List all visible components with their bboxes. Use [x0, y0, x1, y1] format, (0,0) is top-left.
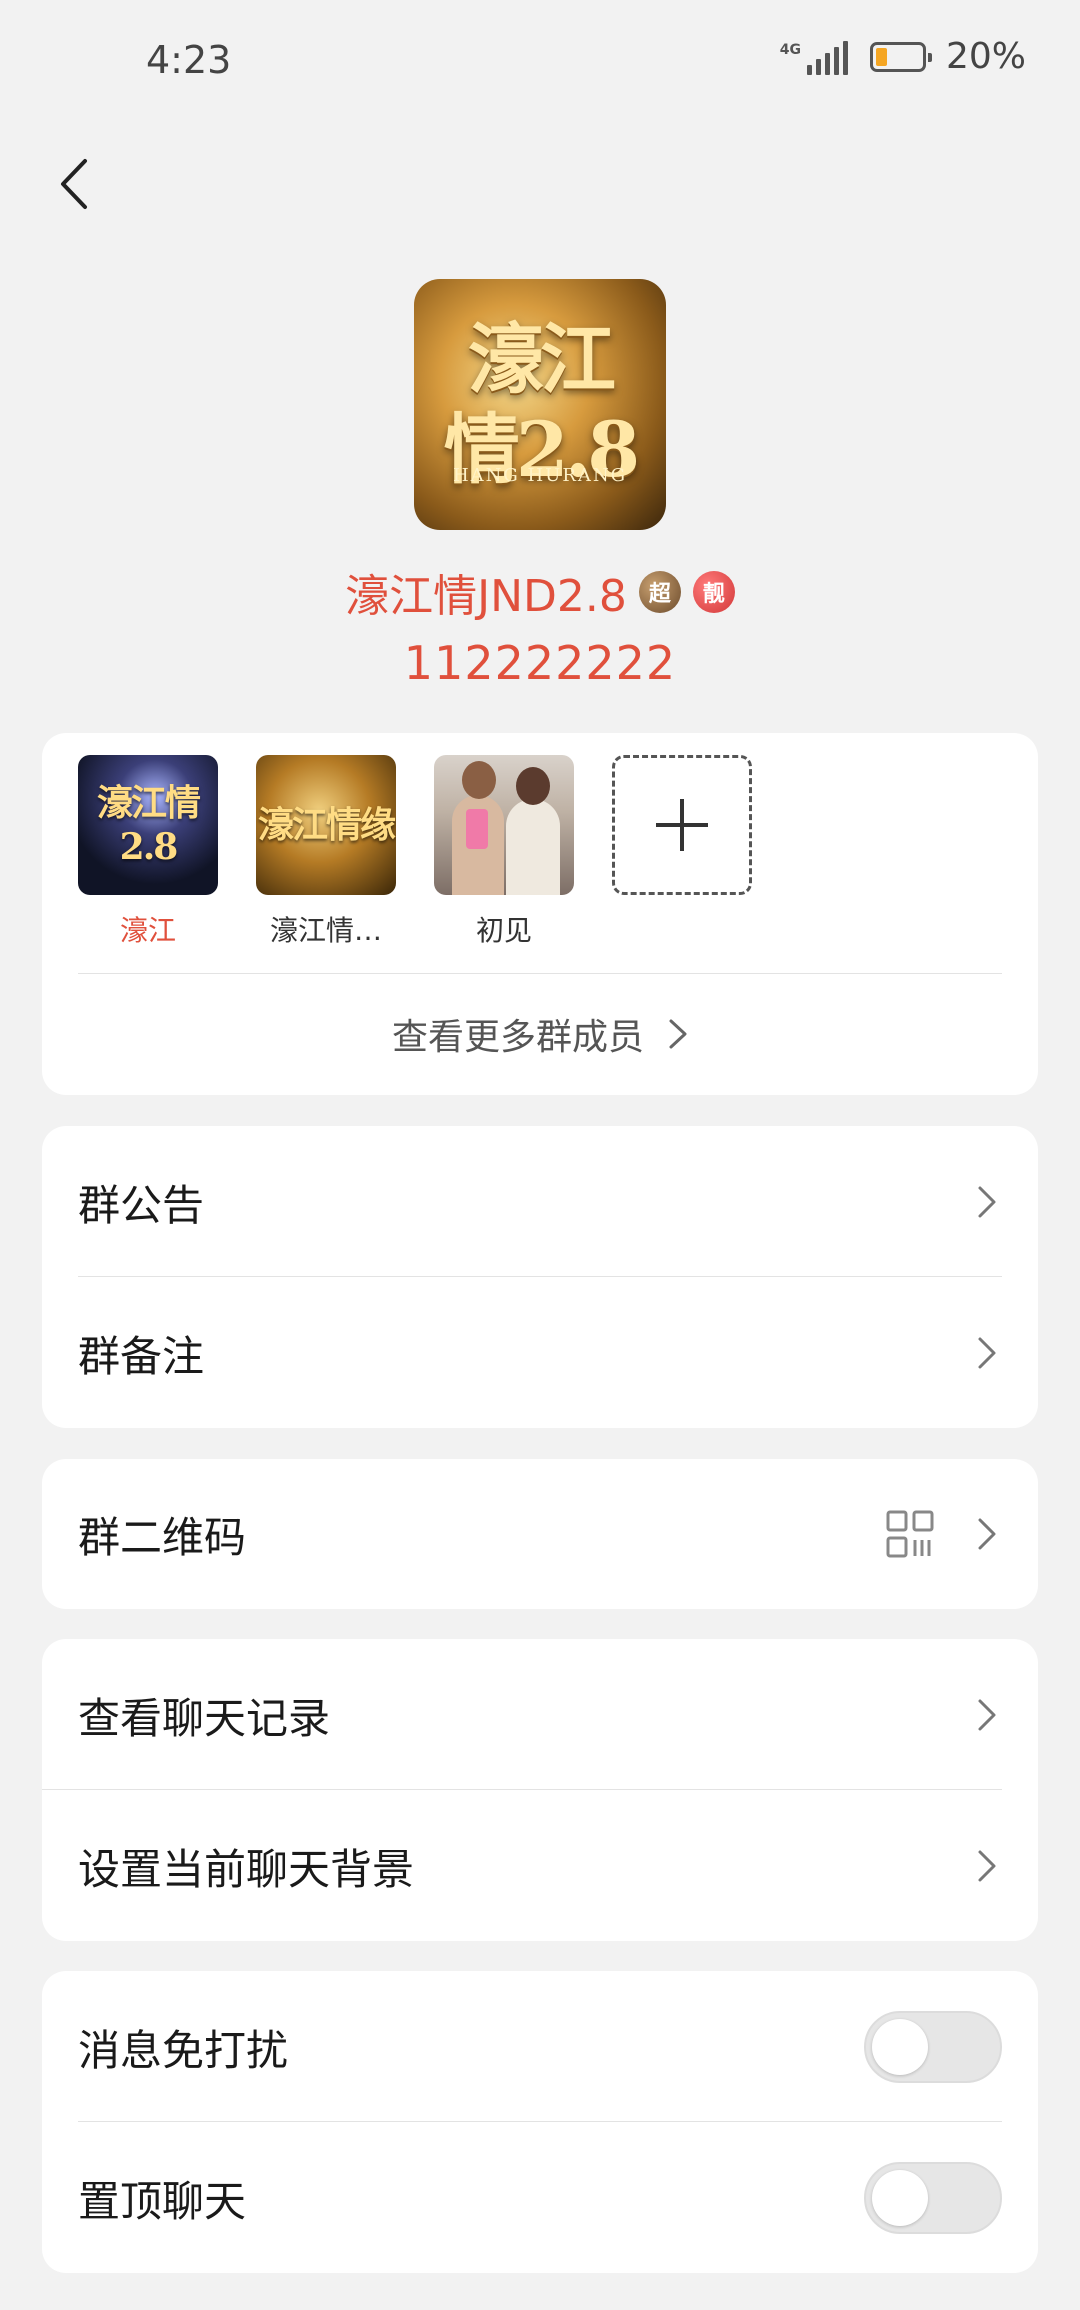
- group-announcement-label: 群公告: [78, 1180, 205, 1230]
- network-type: 4G: [779, 41, 801, 58]
- battery-percent: 20%: [945, 36, 1026, 77]
- member-avatar: 濠江情缘: [256, 755, 396, 895]
- do-not-disturb-label: 消息免打扰: [78, 2025, 289, 2075]
- chat-history-label: 查看聊天记录: [78, 1693, 331, 1743]
- add-member-button[interactable]: [612, 755, 752, 895]
- group-avatar[interactable]: 濠江 情2.8 HANG HURANG: [414, 279, 666, 530]
- view-more-members-button[interactable]: 查看更多群成员: [42, 973, 1038, 1095]
- group-remark-label: 群备注: [78, 1331, 205, 1381]
- plus-icon: [656, 799, 708, 851]
- chat-background-label: 设置当前聊天背景: [78, 1844, 415, 1894]
- chevron-right-icon: [972, 1848, 1002, 1884]
- person-figure: [452, 761, 504, 895]
- group-qr-code-row[interactable]: 群二维码: [42, 1459, 1038, 1609]
- view-more-members-label: 查看更多群成员: [391, 1017, 644, 1058]
- qr-code-icon: [886, 1510, 934, 1558]
- status-time: 4:23: [146, 38, 232, 82]
- pin-chat-label: 置顶聊天: [78, 2176, 247, 2226]
- member-name: 初见: [475, 914, 532, 947]
- pin-chat-toggle[interactable]: [864, 2162, 1002, 2234]
- info-card: 群公告 群备注: [42, 1126, 1038, 1428]
- person-figure: [506, 767, 560, 895]
- group-announcement-row[interactable]: 群公告: [42, 1126, 1038, 1278]
- chevron-left-icon: [61, 159, 87, 209]
- member-item[interactable]: 濠江情缘 濠江情…: [256, 755, 396, 949]
- group-name-row: 濠江情JND2.8 超 靓: [0, 560, 1080, 624]
- group-settings-page: 4:23 4G 20% 濠江 情2.8 HANG HURANG 濠江情JND2.…: [0, 0, 1080, 2310]
- status-indicators: 4G 20%: [780, 36, 1026, 77]
- pretty-number-badge-icon: 靓: [692, 571, 735, 613]
- chat-history-row[interactable]: 查看聊天记录: [42, 1639, 1038, 1791]
- add-member-item[interactable]: [612, 755, 752, 949]
- members-card: 濠江情2.8 濠江 濠江情缘 濠江情… 初见 查看更多群成员: [42, 733, 1038, 1095]
- chevron-right-icon: [669, 1019, 687, 1049]
- chevron-right-icon: [972, 1697, 1002, 1733]
- group-name: 濠江情JND2.8: [345, 571, 627, 622]
- group-avatar-caption: HANG HURANG: [452, 465, 628, 486]
- member-avatar: 濠江情2.8: [78, 755, 218, 895]
- qr-card: 群二维码: [42, 1459, 1038, 1609]
- chevron-right-icon: [972, 1184, 1002, 1220]
- pin-chat-row: 置顶聊天: [42, 2122, 1038, 2273]
- member-avatar-text: 濠江情缘: [257, 804, 396, 846]
- group-qr-code-label: 群二维码: [78, 1512, 247, 1562]
- chevron-right-icon: [972, 1335, 1002, 1371]
- chat-card: 查看聊天记录 设置当前聊天背景: [42, 1639, 1038, 1941]
- member-item[interactable]: 初见: [434, 755, 574, 949]
- member-item[interactable]: 濠江情2.8 濠江: [78, 755, 218, 949]
- member-list: 濠江情2.8 濠江 濠江情缘 濠江情… 初见: [78, 755, 752, 949]
- member-name: 濠江: [119, 914, 176, 947]
- battery-icon: [869, 41, 932, 72]
- do-not-disturb-toggle[interactable]: [864, 2011, 1002, 2083]
- member-name: 濠江情…: [269, 914, 382, 947]
- member-avatar-text: 濠江情2.8: [96, 782, 201, 868]
- group-id: 112222222: [403, 636, 677, 690]
- super-badge-icon: 超: [638, 571, 681, 613]
- signal-icon: 4G: [780, 39, 848, 75]
- chevron-right-icon: [972, 1516, 1002, 1552]
- do-not-disturb-row: 消息免打扰: [42, 1971, 1038, 2123]
- member-avatar: [434, 755, 574, 895]
- toggles-card: 消息免打扰 置顶聊天: [42, 1971, 1038, 2273]
- back-button[interactable]: [52, 154, 96, 214]
- group-remark-row[interactable]: 群备注: [42, 1277, 1038, 1428]
- chat-background-row[interactable]: 设置当前聊天背景: [42, 1790, 1038, 1941]
- status-bar: 4:23 4G 20%: [0, 0, 1080, 120]
